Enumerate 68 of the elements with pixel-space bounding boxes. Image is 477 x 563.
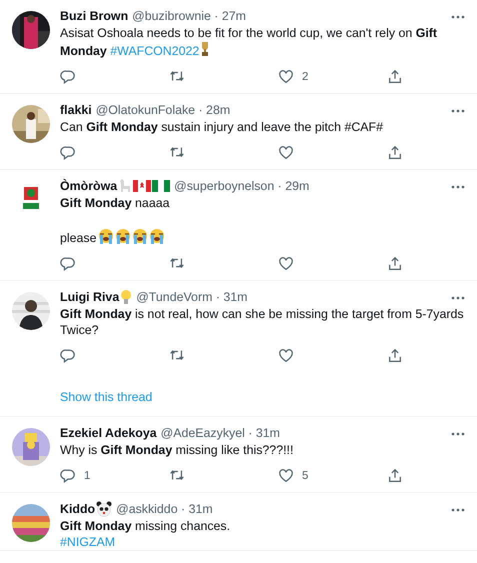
like-button[interactable] [278, 256, 294, 272]
heart-icon [278, 145, 294, 161]
reply-icon [60, 348, 76, 364]
like-button[interactable]: 5 [278, 468, 308, 484]
share-button[interactable] [387, 256, 403, 272]
share-icon [387, 348, 403, 364]
count: 5 [302, 469, 308, 484]
more-icon [451, 508, 465, 512]
tweet-text: please [60, 228, 469, 246]
display-name[interactable]: Òmòròwa [60, 178, 118, 194]
like-button[interactable]: 2 [278, 69, 308, 85]
count: 2 [302, 70, 308, 85]
more-icon [451, 108, 465, 113]
trophy-icon [200, 41, 210, 57]
share-icon [387, 69, 403, 85]
heart-icon [278, 256, 294, 272]
like-button[interactable] [278, 348, 294, 364]
handle-and-time: @AdeEazykyel · 31m [160, 425, 280, 441]
llama-icon [118, 178, 132, 194]
tweet-text: Gift Monday naaaa [60, 195, 170, 211]
panda-icon [96, 501, 112, 517]
light-bulb-icon [120, 289, 132, 305]
reply-button[interactable] [60, 145, 76, 161]
display-name[interactable]: Luigi Riva [60, 289, 120, 305]
share-icon [387, 468, 403, 484]
share-icon [387, 145, 403, 161]
canada-flag-icon [133, 179, 152, 193]
reply-button[interactable]: 1 [60, 468, 90, 484]
reply-button[interactable] [60, 256, 76, 272]
handle-and-time: @askkiddo · 31m [116, 501, 213, 517]
crying-face-icon [114, 228, 131, 244]
tweet-text: Why is Gift Monday missing like this???!!! [60, 442, 294, 458]
display-name[interactable]: Kiddo [60, 501, 96, 517]
display-name[interactable]: Buzi Brown [60, 8, 128, 24]
tweet-text: Gift Monday missing chances. [60, 518, 232, 534]
nigeria-flag-icon [152, 179, 170, 193]
share-icon [387, 256, 403, 272]
tweet-text: Gift Monday is not real, how can she be missing the target from 5-7yards Twice? [60, 306, 465, 338]
handle-and-time: @superboynelson · 29m [174, 178, 310, 194]
reply-icon [60, 256, 76, 272]
reply-icon [60, 468, 76, 484]
count: 1 [84, 469, 90, 484]
heart-icon [278, 468, 294, 484]
handle-and-time: @TundeVorm · 31m [136, 289, 248, 305]
like-button[interactable] [278, 145, 294, 161]
share-button[interactable] [387, 348, 403, 364]
heart-icon [278, 69, 294, 85]
more-icon [451, 184, 465, 189]
reply-button[interactable] [60, 348, 76, 364]
tweet-text: Can Gift Monday sustain injury and leave the pitch #CAF# [60, 119, 384, 135]
crying-face-icon [98, 228, 114, 244]
display-name[interactable]: Ezekiel Adekoya [60, 425, 157, 441]
handle-and-time: @OlatokunFolake · 28m [96, 102, 230, 118]
more-icon [451, 14, 465, 19]
share-button[interactable] [387, 69, 403, 85]
reply-button[interactable] [60, 69, 76, 85]
heart-icon [278, 348, 294, 364]
more-icon [451, 432, 465, 436]
display-name[interactable]: flakki [60, 102, 92, 118]
reply-icon [60, 69, 76, 85]
share-button[interactable] [387, 468, 403, 484]
share-button[interactable] [387, 145, 403, 161]
crying-face-icon [132, 228, 148, 244]
crying-face-icon [148, 228, 165, 244]
handle-and-time: @buzibrownie · 27m [132, 8, 246, 24]
reply-icon [60, 145, 76, 161]
more-icon [451, 296, 465, 300]
tweet-text: Asisat Oshoala needs to be fit for the world cup, we can't rely on Gift Monday #WAFCON2022 [60, 25, 438, 59]
